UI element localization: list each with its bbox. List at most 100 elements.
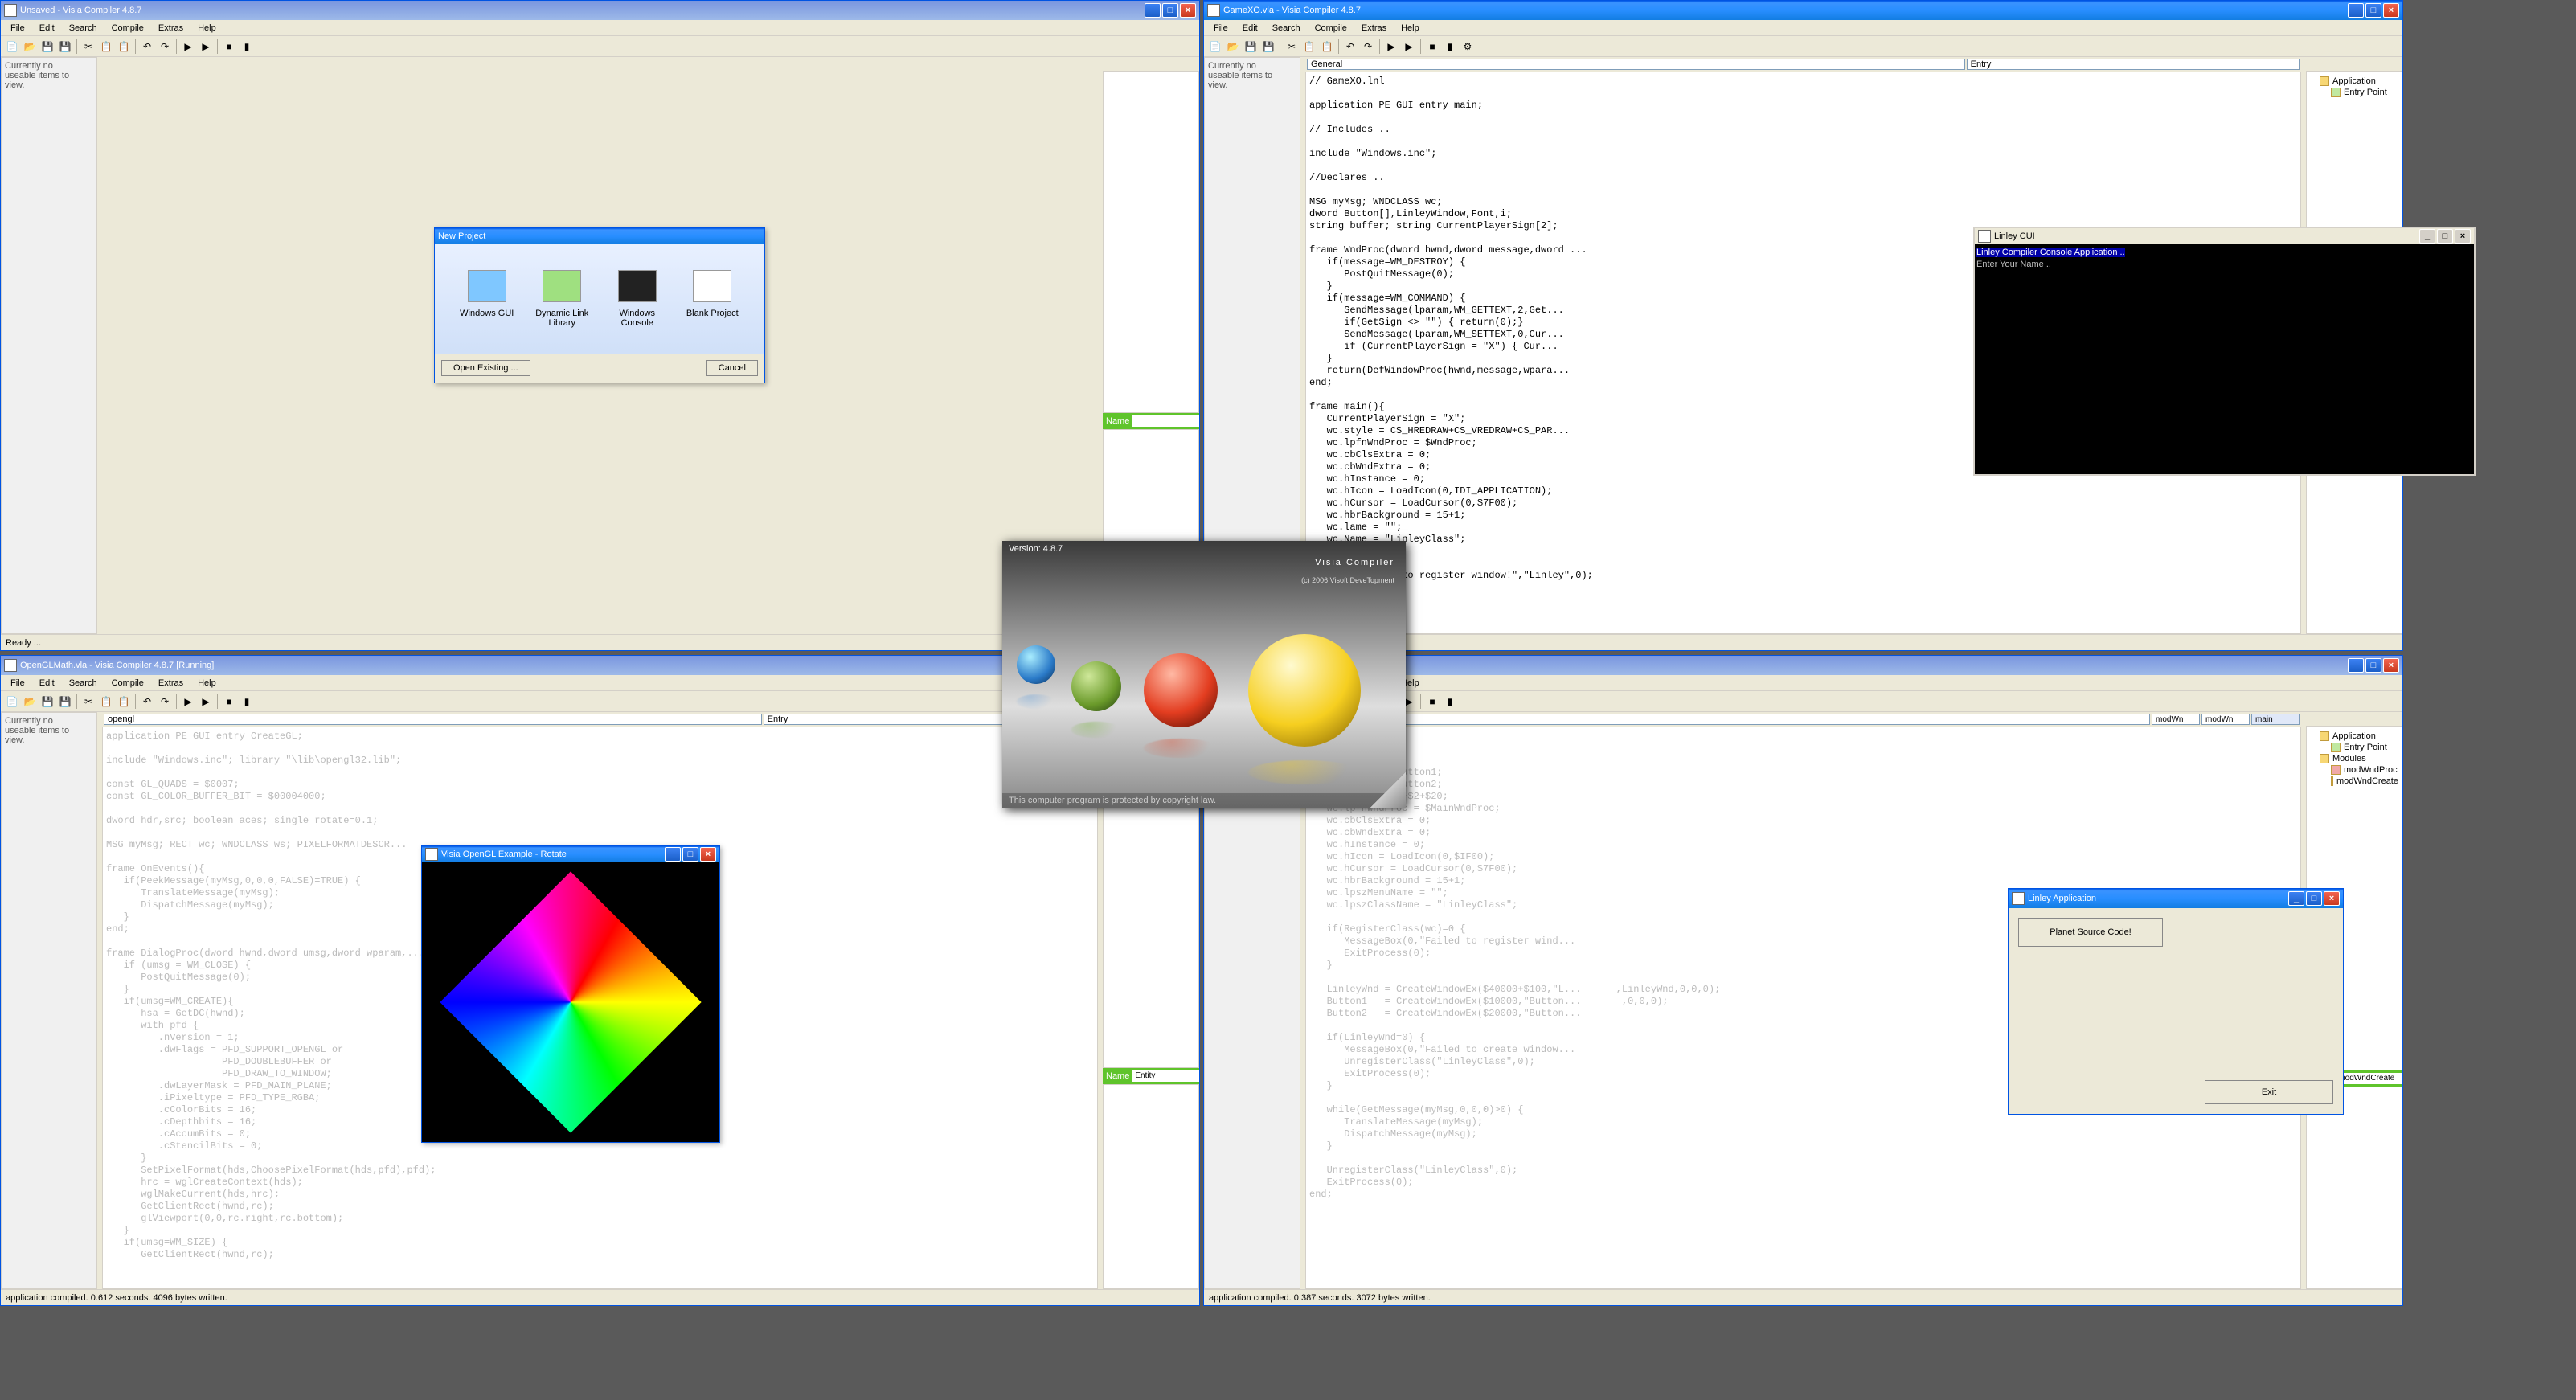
gl-titlebar[interactable]: Visia OpenGL Example - Rotate _□× <box>422 846 719 862</box>
gear-icon[interactable]: ⚙ <box>1460 39 1476 55</box>
stop-icon[interactable]: ■ <box>221 39 237 55</box>
run-icon[interactable]: ▶ <box>1401 39 1417 55</box>
minimize-button[interactable]: _ <box>2288 891 2304 906</box>
tab-active[interactable]: main <box>2251 714 2300 725</box>
paste-icon[interactable]: 📋 <box>116 39 132 55</box>
close-button[interactable]: × <box>2383 658 2399 673</box>
compile-icon[interactable]: ▶ <box>180 694 196 710</box>
w2-titlebar[interactable]: GameXO.vla - Visia Compiler 4.8.7 _ □ × <box>1204 1 2402 20</box>
close-button[interactable]: × <box>2383 3 2399 18</box>
proj-type-dll[interactable]: Dynamic Link Library <box>530 270 596 328</box>
console-body[interactable]: Linley Compiler Console Application .. E… <box>1975 244 2474 474</box>
name-input[interactable] <box>2336 1073 2402 1084</box>
break-icon[interactable]: ▮ <box>1442 39 1458 55</box>
menu-file[interactable]: File <box>4 22 31 35</box>
console-titlebar[interactable]: Linley CUI _□× <box>1975 228 2474 244</box>
cut-icon[interactable]: ✂ <box>80 39 96 55</box>
newproj-titlebar[interactable]: New Project <box>435 228 764 244</box>
undo-icon[interactable]: ↶ <box>139 694 155 710</box>
menu-search[interactable]: Search <box>1266 22 1307 35</box>
paste-icon[interactable]: 📋 <box>1319 39 1335 55</box>
section-combo[interactable] <box>1307 714 2150 725</box>
menu-extras[interactable]: Extras <box>152 22 190 35</box>
cancel-button[interactable]: Cancel <box>706 360 758 376</box>
open-icon[interactable]: 📂 <box>1225 39 1241 55</box>
tree-entry[interactable]: Entry Point <box>2310 87 2398 98</box>
proj-type-blank[interactable]: Blank Project <box>680 270 746 328</box>
redo-icon[interactable]: ↷ <box>157 39 173 55</box>
menu-search[interactable]: Search <box>63 22 104 35</box>
section-combo[interactable]: opengl <box>104 714 762 725</box>
tree-entry[interactable]: Entry Point <box>2310 742 2398 753</box>
minimize-button[interactable]: _ <box>2348 658 2364 673</box>
planet-source-button[interactable]: Planet Source Code! <box>2018 918 2163 947</box>
linley-titlebar[interactable]: Linley Application _□× <box>2009 889 2343 908</box>
saveall-icon[interactable]: 💾 <box>57 39 73 55</box>
open-icon[interactable]: 📂 <box>22 39 38 55</box>
copy-icon[interactable]: 📋 <box>1301 39 1317 55</box>
stop-icon[interactable]: ■ <box>1424 694 1440 710</box>
close-button[interactable]: × <box>700 847 716 862</box>
proj-type-wingui[interactable]: Windows GUI <box>454 270 520 328</box>
minimize-button[interactable]: _ <box>2348 3 2364 18</box>
close-button[interactable]: × <box>2324 891 2340 906</box>
section-combo[interactable]: General <box>1307 59 1965 70</box>
menu-compile[interactable]: Compile <box>105 677 150 690</box>
menu-help[interactable]: Help <box>191 22 223 35</box>
member-combo[interactable]: Entry <box>1967 59 2300 70</box>
save-icon[interactable]: 💾 <box>1243 39 1259 55</box>
saveall-icon[interactable]: 💾 <box>57 694 73 710</box>
cut-icon[interactable]: ✂ <box>1284 39 1300 55</box>
minimize-button[interactable]: _ <box>2419 229 2435 244</box>
run-icon[interactable]: ▶ <box>198 39 214 55</box>
project-tree[interactable] <box>1103 72 1199 413</box>
menu-help[interactable]: Help <box>1394 22 1426 35</box>
maximize-button[interactable]: □ <box>2365 658 2381 673</box>
break-icon[interactable]: ▮ <box>239 39 255 55</box>
new-icon[interactable]: 📄 <box>4 694 20 710</box>
tree-mod2[interactable]: modWndCreate <box>2310 776 2398 787</box>
break-icon[interactable]: ▮ <box>239 694 255 710</box>
tree-app[interactable]: Application <box>2310 731 2398 742</box>
menu-extras[interactable]: Extras <box>152 677 190 690</box>
menu-file[interactable]: File <box>4 677 31 690</box>
compile-icon[interactable]: ▶ <box>180 39 196 55</box>
name-input[interactable] <box>1132 1070 1199 1082</box>
copy-icon[interactable]: 📋 <box>98 39 114 55</box>
maximize-button[interactable]: □ <box>2365 3 2381 18</box>
tree-modules[interactable]: Modules <box>2310 753 2398 764</box>
tab[interactable]: modWn <box>2152 714 2200 725</box>
new-icon[interactable]: 📄 <box>1207 39 1223 55</box>
menu-edit[interactable]: Edit <box>33 22 61 35</box>
menu-edit[interactable]: Edit <box>33 677 61 690</box>
minimize-button[interactable]: _ <box>665 847 681 862</box>
paste-icon[interactable]: 📋 <box>116 694 132 710</box>
save-icon[interactable]: 💾 <box>39 694 55 710</box>
exit-button[interactable]: Exit <box>2205 1080 2333 1104</box>
close-button[interactable]: × <box>2455 229 2471 244</box>
menu-compile[interactable]: Compile <box>1308 22 1354 35</box>
tree-mod1[interactable]: modWndProc <box>2310 764 2398 776</box>
menu-help[interactable]: Help <box>191 677 223 690</box>
proj-type-console[interactable]: Windows Console <box>604 270 670 328</box>
copy-icon[interactable]: 📋 <box>98 694 114 710</box>
redo-icon[interactable]: ↷ <box>1360 39 1376 55</box>
menu-search[interactable]: Search <box>63 677 104 690</box>
close-button[interactable]: × <box>1180 3 1196 18</box>
stop-icon[interactable]: ■ <box>1424 39 1440 55</box>
maximize-button[interactable]: □ <box>2437 229 2453 244</box>
maximize-button[interactable]: □ <box>1162 3 1178 18</box>
run-icon[interactable]: ▶ <box>198 694 214 710</box>
saveall-icon[interactable]: 💾 <box>1260 39 1276 55</box>
maximize-button[interactable]: □ <box>2306 891 2322 906</box>
redo-icon[interactable]: ↷ <box>157 694 173 710</box>
stop-icon[interactable]: ■ <box>221 694 237 710</box>
menu-compile[interactable]: Compile <box>105 22 150 35</box>
break-icon[interactable]: ▮ <box>1442 694 1458 710</box>
menu-extras[interactable]: Extras <box>1355 22 1393 35</box>
tree-app[interactable]: Application <box>2310 76 2398 87</box>
minimize-button[interactable]: _ <box>1145 3 1161 18</box>
menu-file[interactable]: File <box>1207 22 1235 35</box>
open-icon[interactable]: 📂 <box>22 694 38 710</box>
undo-icon[interactable]: ↶ <box>1342 39 1358 55</box>
